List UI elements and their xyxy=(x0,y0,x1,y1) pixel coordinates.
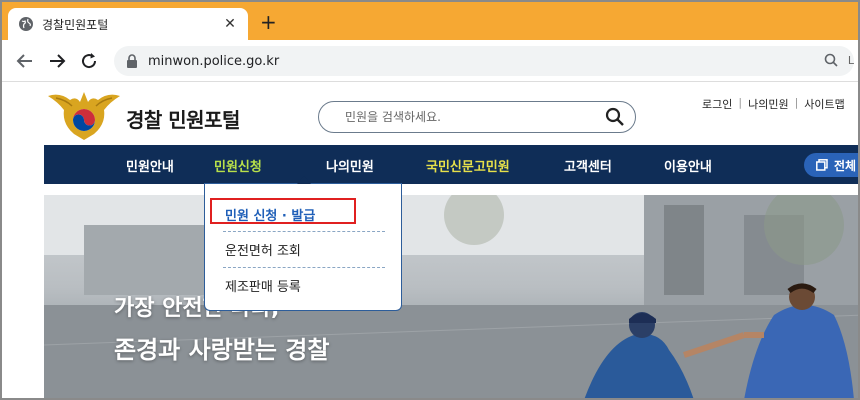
hero-banner: 가장 안전한 나라, 존경과 사랑받는 경찰 xyxy=(44,195,858,398)
utility-links: 로그인 | 나의민원 | 사이트맵 xyxy=(702,96,845,112)
main-navigation: 민원안내 민원신청 나의민원 국민신문고민원 고객센터 이용안내 전체 xyxy=(44,145,858,184)
browser-toolbar: minwon.police.go.kr L xyxy=(2,40,858,82)
reload-button[interactable] xyxy=(78,50,100,72)
web-page: 경찰 민원포털 로그인 | 나의민원 | 사이트맵 민원안내 민원신청 나의민원… xyxy=(2,82,858,398)
nav-item-usage-guide[interactable]: 이용안내 xyxy=(664,156,712,175)
site-title[interactable]: 경찰 민원포털 xyxy=(126,104,240,133)
browser-tab[interactable]: 경찰민원포털 ✕ xyxy=(8,8,248,40)
back-button[interactable] xyxy=(14,50,36,72)
submenu-caret xyxy=(297,176,311,184)
forward-button[interactable] xyxy=(46,50,68,72)
all-menu-button[interactable]: 전체 xyxy=(804,153,858,177)
red-highlight-box xyxy=(210,198,356,224)
separator: | xyxy=(738,96,743,109)
tab-title: 경찰민원포털 xyxy=(42,17,109,32)
search-input[interactable] xyxy=(345,108,595,126)
police-emblem-icon[interactable] xyxy=(46,90,122,142)
zoom-icon[interactable] xyxy=(824,53,838,67)
separator: | xyxy=(794,96,799,109)
reload-icon xyxy=(82,53,97,69)
copy-icon xyxy=(816,159,828,171)
submenu-item-license-check[interactable]: 운전면허 조회 xyxy=(225,240,301,259)
all-menu-label: 전체 xyxy=(834,158,857,173)
extension-icon[interactable]: L xyxy=(848,54,854,67)
lock-icon xyxy=(127,54,137,68)
my-minwon-link[interactable]: 나의민원 xyxy=(748,96,788,112)
address-bar[interactable]: minwon.police.go.kr L xyxy=(114,46,854,76)
nav-item-my-minwon[interactable]: 나의민원 xyxy=(326,156,374,175)
login-link[interactable]: 로그인 xyxy=(702,96,732,112)
submenu-item-manufacture-registration[interactable]: 제조판매 등록 xyxy=(225,276,301,295)
arrow-left-icon xyxy=(16,54,32,68)
new-tab-button[interactable]: + xyxy=(260,12,277,32)
search-icon[interactable] xyxy=(605,107,625,127)
search-box xyxy=(318,101,636,133)
nav-item-apply[interactable]: 민원신청 xyxy=(214,156,262,175)
hero-headline-2: 존경과 사랑받는 경찰 xyxy=(114,336,330,364)
close-tab-icon[interactable]: ✕ xyxy=(222,16,238,32)
globe-icon xyxy=(19,17,33,31)
arrow-right-icon xyxy=(50,54,66,68)
url-text: minwon.police.go.kr xyxy=(148,53,280,69)
nav-item-guide[interactable]: 민원안내 xyxy=(126,156,174,175)
sitemap-link[interactable]: 사이트맵 xyxy=(804,96,844,112)
browser-tab-bar: 경찰민원포털 ✕ + xyxy=(2,2,858,40)
divider xyxy=(223,231,385,232)
nav-item-customer-center[interactable]: 고객센터 xyxy=(564,156,612,175)
nav-item-sinmungo[interactable]: 국민신문고민원 xyxy=(426,156,510,175)
divider xyxy=(223,267,385,268)
